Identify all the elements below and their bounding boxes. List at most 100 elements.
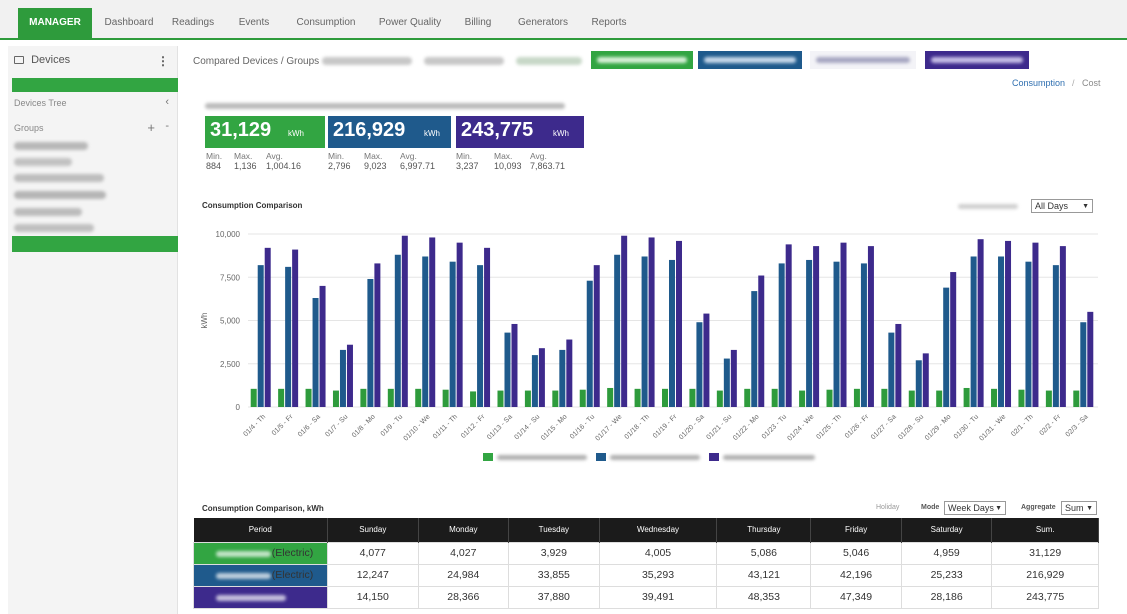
tab-billing[interactable]: Billing (460, 8, 496, 38)
more-menu-icon[interactable]: ⋮ (157, 54, 169, 68)
group-item[interactable] (14, 174, 104, 182)
column-header[interactable]: Period (193, 518, 328, 542)
compared-chip[interactable] (516, 57, 582, 65)
compared-device-purple[interactable] (925, 51, 1029, 69)
tab-consumption[interactable]: Consumption (292, 8, 360, 38)
tab-generators[interactable]: Generators (512, 8, 574, 38)
compared-chip[interactable] (322, 57, 412, 65)
toggle-cost[interactable]: Cost (1082, 78, 1101, 88)
x-tick-label: 01/16 - Tu (569, 413, 596, 440)
chart-bar (552, 390, 559, 407)
table-title: Consumption Comparison, kWh (202, 504, 324, 513)
aggregate-select[interactable]: Sum ▼ (1061, 501, 1097, 515)
column-header[interactable]: Tuesday (508, 518, 600, 542)
table-cell: 24,984 (417, 563, 510, 587)
mode-select[interactable]: Week Days ▼ (944, 501, 1006, 515)
table-cell: 4,027 (417, 541, 510, 565)
chart-bar (1045, 390, 1052, 407)
kpi-max: Max. 1,136 (234, 151, 257, 171)
chart-bar (1018, 389, 1025, 407)
group-item[interactable] (14, 191, 106, 199)
compared-label: Compared Devices / Groups (193, 56, 320, 67)
chart-bar (415, 388, 422, 407)
chart-bar (312, 298, 319, 407)
x-tick-label: 01/9 - Tu (380, 413, 405, 438)
group-item[interactable] (14, 142, 88, 150)
toggle-consumption[interactable]: Consumption (1012, 78, 1065, 88)
chart-bar (285, 266, 292, 407)
days-filter-select[interactable]: All Days ▼ (1031, 199, 1093, 213)
chart-bar (977, 239, 984, 407)
column-header[interactable]: Thursday (716, 518, 812, 542)
chart-bar (339, 349, 346, 407)
x-tick-label: 01/14 - Su (514, 413, 542, 441)
y-tick-label: 2,500 (220, 360, 241, 369)
tab-power-quality[interactable]: Power Quality (372, 8, 448, 38)
chart-bar (1052, 265, 1059, 407)
compared-device-blue[interactable] (698, 51, 802, 69)
kpi-min: Min. 2,796 (328, 151, 351, 171)
column-header[interactable]: Wednesday (599, 518, 718, 542)
chart-bar (840, 242, 847, 407)
group-item[interactable] (14, 224, 94, 232)
add-group-icon[interactable]: + (147, 120, 155, 135)
selected-group-strip[interactable] (12, 236, 178, 252)
chart-bar (470, 391, 477, 407)
kpi-avg: Avg. 7,863.71 (530, 151, 565, 171)
chart-bar (950, 272, 957, 407)
chart-bar (634, 388, 641, 407)
group-item[interactable] (14, 158, 72, 166)
period-name (216, 594, 286, 601)
chart-bar (730, 349, 737, 407)
compared-device-light[interactable] (810, 51, 916, 69)
column-header[interactable]: Monday (418, 518, 510, 542)
tab-dashboard[interactable]: Dashboard (98, 8, 160, 38)
period-cell: (Electric) (193, 563, 328, 587)
tab-readings[interactable]: Readings (168, 8, 218, 38)
column-header[interactable]: Sunday (327, 518, 419, 542)
chart-bar (449, 261, 456, 407)
chart-bar (497, 390, 504, 407)
tab-manager[interactable]: MANAGER (18, 8, 92, 40)
chart-bar (559, 349, 566, 407)
table-row: (Electric) 12,247 24,984 33,855 35,293 4… (193, 563, 1099, 587)
tab-reports[interactable]: Reports (586, 8, 632, 38)
period-name (216, 550, 271, 557)
kpi-max: Max. 9,023 (364, 151, 387, 171)
chart-bar (292, 249, 299, 407)
x-tick-label: 01/17 - We (594, 413, 623, 442)
chart-bar (374, 263, 381, 407)
table-cell: 39,491 (598, 585, 718, 609)
stat-label: Avg. (266, 151, 283, 161)
select-value: Sum (1065, 503, 1084, 513)
consumption-chart: 0 2,500 5,000 7,500 10,000 kWh 01/4 - Th 01/5 -… (200, 230, 1098, 443)
chart-bar (888, 332, 895, 407)
chart-bar (367, 278, 374, 407)
compared-device-green[interactable] (591, 51, 693, 69)
chart-bar (332, 390, 339, 407)
group-item[interactable] (14, 208, 82, 216)
column-header[interactable]: Sum. (991, 518, 1099, 542)
chart-bar (387, 388, 394, 407)
holiday-toggle[interactable]: Holiday (876, 504, 899, 511)
chevron-left-icon[interactable]: ‹ (165, 96, 169, 108)
chart-bar (1087, 311, 1094, 407)
collapse-groups-icon[interactable]: - (165, 120, 169, 132)
x-tick-label: 01/26 - Fr (844, 413, 871, 440)
period-cell (193, 585, 328, 609)
x-tick-label: 01/23 - Tu (761, 413, 788, 440)
table-cell: 5,046 (810, 541, 902, 565)
chart-bar (799, 390, 806, 407)
x-tick-label: 01/30 - Tu (953, 413, 980, 440)
chart-bar (1059, 246, 1066, 407)
table-cell: 12,247 (327, 563, 419, 587)
selected-device-strip[interactable] (12, 78, 178, 92)
chart-bar (579, 389, 586, 407)
column-header[interactable]: Saturday (901, 518, 993, 542)
tab-events[interactable]: Events (232, 8, 276, 38)
devices-tree-label[interactable]: Devices Tree (14, 98, 67, 108)
chart-bar (319, 285, 326, 407)
column-header[interactable]: Friday (810, 518, 902, 542)
x-tick-label: 02/1 - Th (1010, 413, 1035, 438)
compared-chip[interactable] (424, 57, 504, 65)
